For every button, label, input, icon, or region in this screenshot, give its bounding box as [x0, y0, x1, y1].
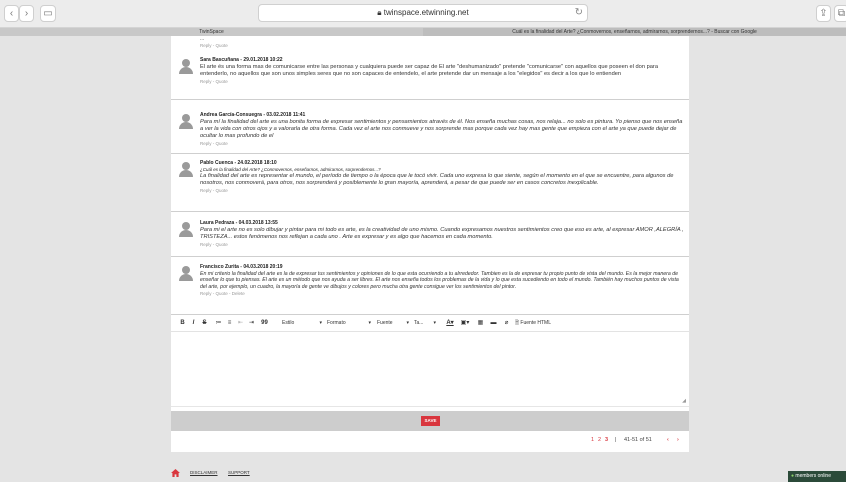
sidebar-icon[interactable]: ▭ [40, 5, 56, 22]
previous-page-icon[interactable]: ‹ [667, 433, 669, 447]
pagination-divider: | [615, 437, 617, 443]
horizontal-line-icon[interactable]: ▬ [489, 318, 498, 329]
avatar-icon [179, 222, 193, 237]
comment-text: La finalidad del arte es representar el … [200, 173, 674, 187]
strikethrough-button[interactable]: S [201, 318, 208, 329]
reload-icon[interactable]: ↻ [575, 5, 583, 21]
comment-author: Francisco Zurita - 04.03.2018 20:19 [200, 264, 283, 270]
comment-actions[interactable]: Reply - Quote - Delete [200, 291, 686, 297]
disclaimer-link[interactable]: DISCLAIMER [190, 468, 218, 478]
pagination-range: 41-51 of 51 [624, 437, 652, 443]
text-color-icon[interactable]: A▾ [445, 318, 455, 329]
indent-button[interactable]: ⇥ [248, 318, 255, 329]
comment-text: Para mí la finalidad del arte es una bon… [200, 119, 683, 140]
previous-comment-fragment: ... [200, 36, 205, 42]
comment-editor[interactable]: ◢ [171, 332, 689, 407]
comment-actions[interactable]: Reply - Quote [200, 242, 686, 248]
share-icon[interactable]: ⇪ [816, 5, 831, 22]
numbered-list-button[interactable]: ≔ [215, 318, 222, 329]
blockquote-button[interactable]: 99 [260, 318, 269, 329]
avatar-icon [179, 59, 193, 74]
tab-bar: TwinSpace Cuál es la finalidad del Arte?… [0, 28, 846, 36]
resize-handle-icon[interactable]: ◢ [682, 398, 686, 404]
comment-item: Pablo Cuenca - 24.02.2018 18:10 ¿Cuál es… [171, 157, 689, 212]
avatar-icon [179, 114, 193, 129]
back-icon[interactable]: ‹ [4, 5, 19, 22]
forward-icon[interactable]: › [19, 5, 34, 22]
comment-author: Pablo Cuenca - 24.02.2018 18:10 [200, 160, 277, 166]
home-icon[interactable] [171, 469, 180, 477]
editor-toolbar: B I S ≔ ≡ ⇤ ⇥ 99 Estilo ▾ Formato ▾ Fuente… [171, 314, 689, 332]
style-select[interactable]: Estilo ▾ [282, 318, 322, 329]
pagination: 1 2 3 | 41-51 of 51 ‹ › [171, 433, 689, 447]
comment-author: Sara Bascuñana - 29.01.2018 10:22 [200, 57, 283, 63]
avatar-icon [179, 266, 193, 281]
comment-actions[interactable]: Reply - Quote [200, 188, 686, 194]
bullet-list-button[interactable]: ≡ [226, 318, 233, 329]
save-button[interactable]: SAVE [421, 416, 440, 426]
comment-item: Sara Bascuñana - 29.01.2018 10:22 El art… [171, 54, 689, 100]
comment-item: Francisco Zurita - 04.03.2018 20:19 En m… [171, 261, 689, 314]
source-html-button[interactable]: 🗎︎ Fuente HTML [515, 318, 575, 329]
browser-toolbar: ‹ › ▭ 🔒︎ twinspace.etwinning.net ↻ ⇪ ⧉ [0, 0, 846, 28]
comment-item: Laura Pedraza - 04.03.2018 13:55 Para mi… [171, 217, 689, 257]
support-link[interactable]: SUPPORT [228, 468, 250, 478]
attachment-icon[interactable]: ⌀ [502, 318, 511, 329]
tab-google-search[interactable]: Cuál es la finalidad del Arte? ¿Conmover… [423, 28, 846, 36]
comment-text: El arte és una forma mas de comunicarse … [200, 64, 658, 78]
page-link[interactable]: 3 [605, 433, 608, 447]
format-select[interactable]: Formato ▾ [327, 318, 371, 329]
table-icon[interactable]: ▦ [476, 318, 485, 329]
comment-actions[interactable]: Reply - Quote [200, 79, 686, 85]
address-bar[interactable]: 🔒︎ twinspace.etwinning.net ↻ [258, 4, 588, 22]
comment-text: En mi criterio la finalidad del arte es … [200, 271, 679, 290]
comment-author: Andrea García-Consuegra - 03.02.2018 11:… [200, 112, 306, 118]
comment-author: Laura Pedraza - 04.03.2018 13:55 [200, 220, 278, 226]
comment-text: Para mi el arte no es solo dibujar y pin… [200, 227, 684, 241]
page-link[interactable]: 2 [598, 433, 601, 447]
size-select[interactable]: Ta... ▾ [414, 318, 436, 329]
font-select[interactable]: Fuente ▾ [377, 318, 409, 329]
address-text: twinspace.etwinning.net [383, 8, 469, 17]
members-online-badge[interactable]: ● members online [788, 471, 846, 482]
background-color-icon[interactable]: ▣▾ [460, 318, 470, 329]
outdent-button[interactable]: ⇤ [237, 318, 244, 329]
save-bar: SAVE [171, 411, 689, 431]
next-page-icon[interactable]: › [677, 433, 679, 447]
comment-actions[interactable]: Reply - Quote [200, 43, 228, 49]
avatar-icon [179, 162, 193, 177]
comment-item: Andrea García-Consuegra - 03.02.2018 11:… [171, 109, 689, 154]
tabs-icon[interactable]: ⧉ [834, 5, 846, 22]
comment-actions[interactable]: Reply - Quote [200, 141, 686, 147]
bold-button[interactable]: B [179, 318, 186, 329]
tab-twinspace[interactable]: TwinSpace [0, 28, 423, 36]
page-link[interactable]: 1 [591, 433, 594, 447]
italic-button[interactable]: I [190, 318, 197, 329]
forum-panel: ... Reply - Quote Sara Bascuñana - 29.01… [171, 36, 689, 452]
